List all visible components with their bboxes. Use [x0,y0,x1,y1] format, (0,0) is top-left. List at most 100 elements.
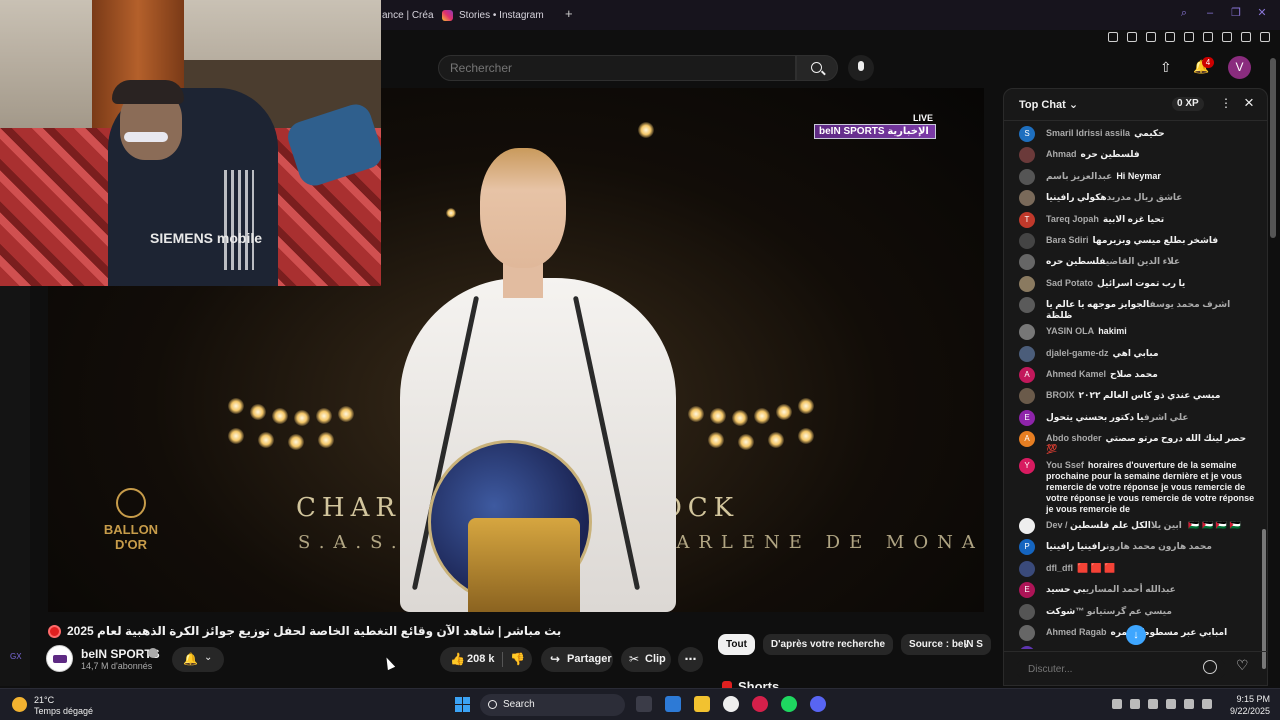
tab-instagram-stories[interactable]: Stories • Instagram [442,6,544,24]
scroll-down-icon[interactable]: ↓ [1126,625,1146,645]
chat-author-name[interactable]: Bara Sdiri [1046,235,1089,245]
search-button[interactable] [796,55,838,81]
chat-author-name[interactable]: Smaril Idrissi assila [1046,128,1130,138]
chat-author-avatar[interactable] [1019,147,1035,164]
wifi-icon[interactable] [1184,699,1194,709]
chat-message[interactable]: BROIX ميسي عندي ذو كاس العالم ٢٠٢٢ [1004,385,1267,406]
chat-message[interactable]: E عبدالله أحمد المساريبي حسيد [1004,579,1267,600]
chat-message[interactable]: Bara Sdiri فاشخر بطلع ميسي وبزيرمها [1004,230,1267,251]
chat-author-avatar[interactable] [1019,625,1035,642]
chat-author-avatar[interactable] [1019,275,1035,292]
chat-author-name[interactable]: YASIN OLA [1046,326,1094,336]
network-icon[interactable] [1130,699,1140,709]
chat-message[interactable]: Y You Ssef horaires d'ouverture de la sema… [1004,455,1267,515]
close-icon[interactable]: × [1244,93,1254,113]
more-actions-button[interactable]: ⋯ [678,647,703,672]
chat-message[interactable]: A Abdo shoder حصر لينك الله دروح مرتو صصتي… [1004,428,1267,455]
play-icon[interactable] [1184,32,1194,42]
weather-moon-icon[interactable] [12,697,27,712]
chat-author-avatar[interactable] [1019,168,1035,185]
chatgpt-icon[interactable] [723,696,739,712]
chat-message[interactable]: P محمد هارون محمد هارونرافينيا رافينيا [1004,536,1267,557]
chat-message[interactable]: عاشق ريال مدريدهكولي رافينيا [1004,187,1267,208]
chip-all[interactable]: Tout [718,634,755,655]
chat-author-name[interactable]: Ahmed Kamel [1046,369,1106,379]
restore-icon[interactable]: ❐ [1230,7,1242,19]
upload-icon[interactable]: ⇧ [1160,60,1174,74]
chat-author-name[interactable]: عبدالله أحمد المساري [1086,584,1176,594]
chat-message[interactable]: djalel-game-dz مبابي اهي [1004,343,1267,364]
chat-author-avatar[interactable] [1019,254,1035,271]
chat-author-name[interactable]: علي اشرف [1144,412,1189,422]
puzzle-icon[interactable] [1222,32,1232,42]
thumbs-up-icon[interactable]: 👍 [450,652,465,666]
chat-author-avatar[interactable]: Y [1019,458,1035,475]
chat-message[interactable]: YASIN OLA hakimi [1004,321,1267,342]
chat-message[interactable]: A Ahmed Kamel محمد صلاح [1004,364,1267,385]
search-input[interactable] [438,55,796,81]
channel-avatar[interactable] [46,645,73,672]
minimize-icon[interactable]: – [1204,7,1216,19]
chat-scrollbar[interactable] [1262,529,1266,669]
chat-author-name[interactable]: dfl_dfl [1046,563,1073,573]
chat-message[interactable]: Ahmad فلسطين حره [1004,144,1267,165]
chat-author-avatar[interactable]: S [1019,126,1035,142]
screenshot-icon[interactable] [1127,32,1137,42]
chat-author-name[interactable]: Ahmed Ragab [1046,627,1107,637]
chat-author-avatar[interactable] [1019,345,1035,362]
chat-author-avatar[interactable] [1019,518,1035,535]
chat-message[interactable]: ميسي عم گرستيانو ™شوكت [1004,601,1267,622]
chat-message[interactable]: علاء الدين القاضيفلسطين حره [1004,251,1267,272]
chat-author-name[interactable]: Sad Potato [1046,278,1093,288]
chat-message[interactable]: اشرف محمد يوسفالجوايز موجهه يا عالم يا ظ… [1004,294,1267,321]
microphone-icon[interactable] [1166,699,1176,709]
chat-message[interactable]: E علي اشرفيا دكتور بحسني يتحول [1004,407,1267,428]
task-view-icon[interactable] [636,696,652,712]
volume-icon[interactable] [1202,699,1212,709]
thumbs-down-icon[interactable]: 👎 [510,652,525,666]
chat-mode-dropdown[interactable]: Top Chat ⌄ [1019,98,1078,111]
download-icon[interactable] [1241,32,1251,42]
chat-author-name[interactable]: عاشق ريال مدريد [1107,192,1183,202]
chat-author-avatar[interactable] [1019,232,1035,249]
chat-author-avatar[interactable] [1019,190,1035,207]
store-icon[interactable] [665,696,681,712]
chat-message[interactable]: S Smaril Idrissi assila حكيمي [1004,123,1267,144]
chat-author-avatar[interactable] [1019,560,1035,577]
chat-author-name[interactable]: علاء الدين القاضي [1106,256,1180,266]
chat-author-avatar[interactable]: I [1019,646,1035,649]
chat-author-name[interactable]: Tareq Jopah [1046,214,1099,224]
chat-author-name[interactable]: Ahmad [1046,149,1077,159]
chat-author-avatar[interactable]: E [1019,582,1035,599]
pin-icon[interactable] [1108,32,1118,42]
chat-author-name[interactable]: اشرف محمد يوسف [1150,299,1231,309]
account-avatar[interactable]: V [1228,56,1251,79]
chat-author-avatar[interactable]: A [1019,366,1035,383]
subscription-bell-button[interactable]: 🔔 ⌄ [172,647,224,672]
chevron-right-icon[interactable]: › [964,638,968,652]
clock-date[interactable]: 9/22/2025 [1218,706,1270,716]
chevron-up-icon[interactable] [1112,699,1122,709]
chat-author-avatar[interactable] [1019,603,1035,620]
heart-icon[interactable]: ♡ [1236,657,1249,674]
chat-input[interactable] [1016,659,1226,679]
windows-start-icon[interactable] [455,697,470,712]
opera-gx-icon[interactable] [752,696,768,712]
chat-author-avatar[interactable]: A [1019,431,1035,448]
chat-messages[interactable]: S Smaril Idrissi assila حكيمي Ahmad فلسطين ح… [1004,123,1267,649]
chat-author-name[interactable]: انس احمد طوعه [1046,648,1117,649]
taskbar-search[interactable]: Search [480,694,625,716]
menu-icon[interactable] [1260,32,1270,42]
chat-author-name[interactable]: ميسي عم گرستيانو ™ [1075,606,1172,616]
chat-author-avatar[interactable] [1019,324,1035,341]
chat-author-avatar[interactable]: T [1019,211,1035,228]
translate-icon[interactable] [1165,32,1175,42]
shield-icon[interactable] [1146,32,1156,42]
chip-source[interactable]: Source : beIN S [901,634,991,655]
clip-button[interactable]: ✂ Clip [621,647,671,672]
xp-badge[interactable]: 0 XP [1172,97,1204,111]
chat-author-name[interactable]: BROIX [1046,390,1075,400]
chat-message[interactable]: dfl_dfl 🟥 🟥 🟥 [1004,558,1267,579]
spotify-icon[interactable] [781,696,797,712]
chat-author-name[interactable]: محمد هارون محمد هارون [1106,541,1212,551]
